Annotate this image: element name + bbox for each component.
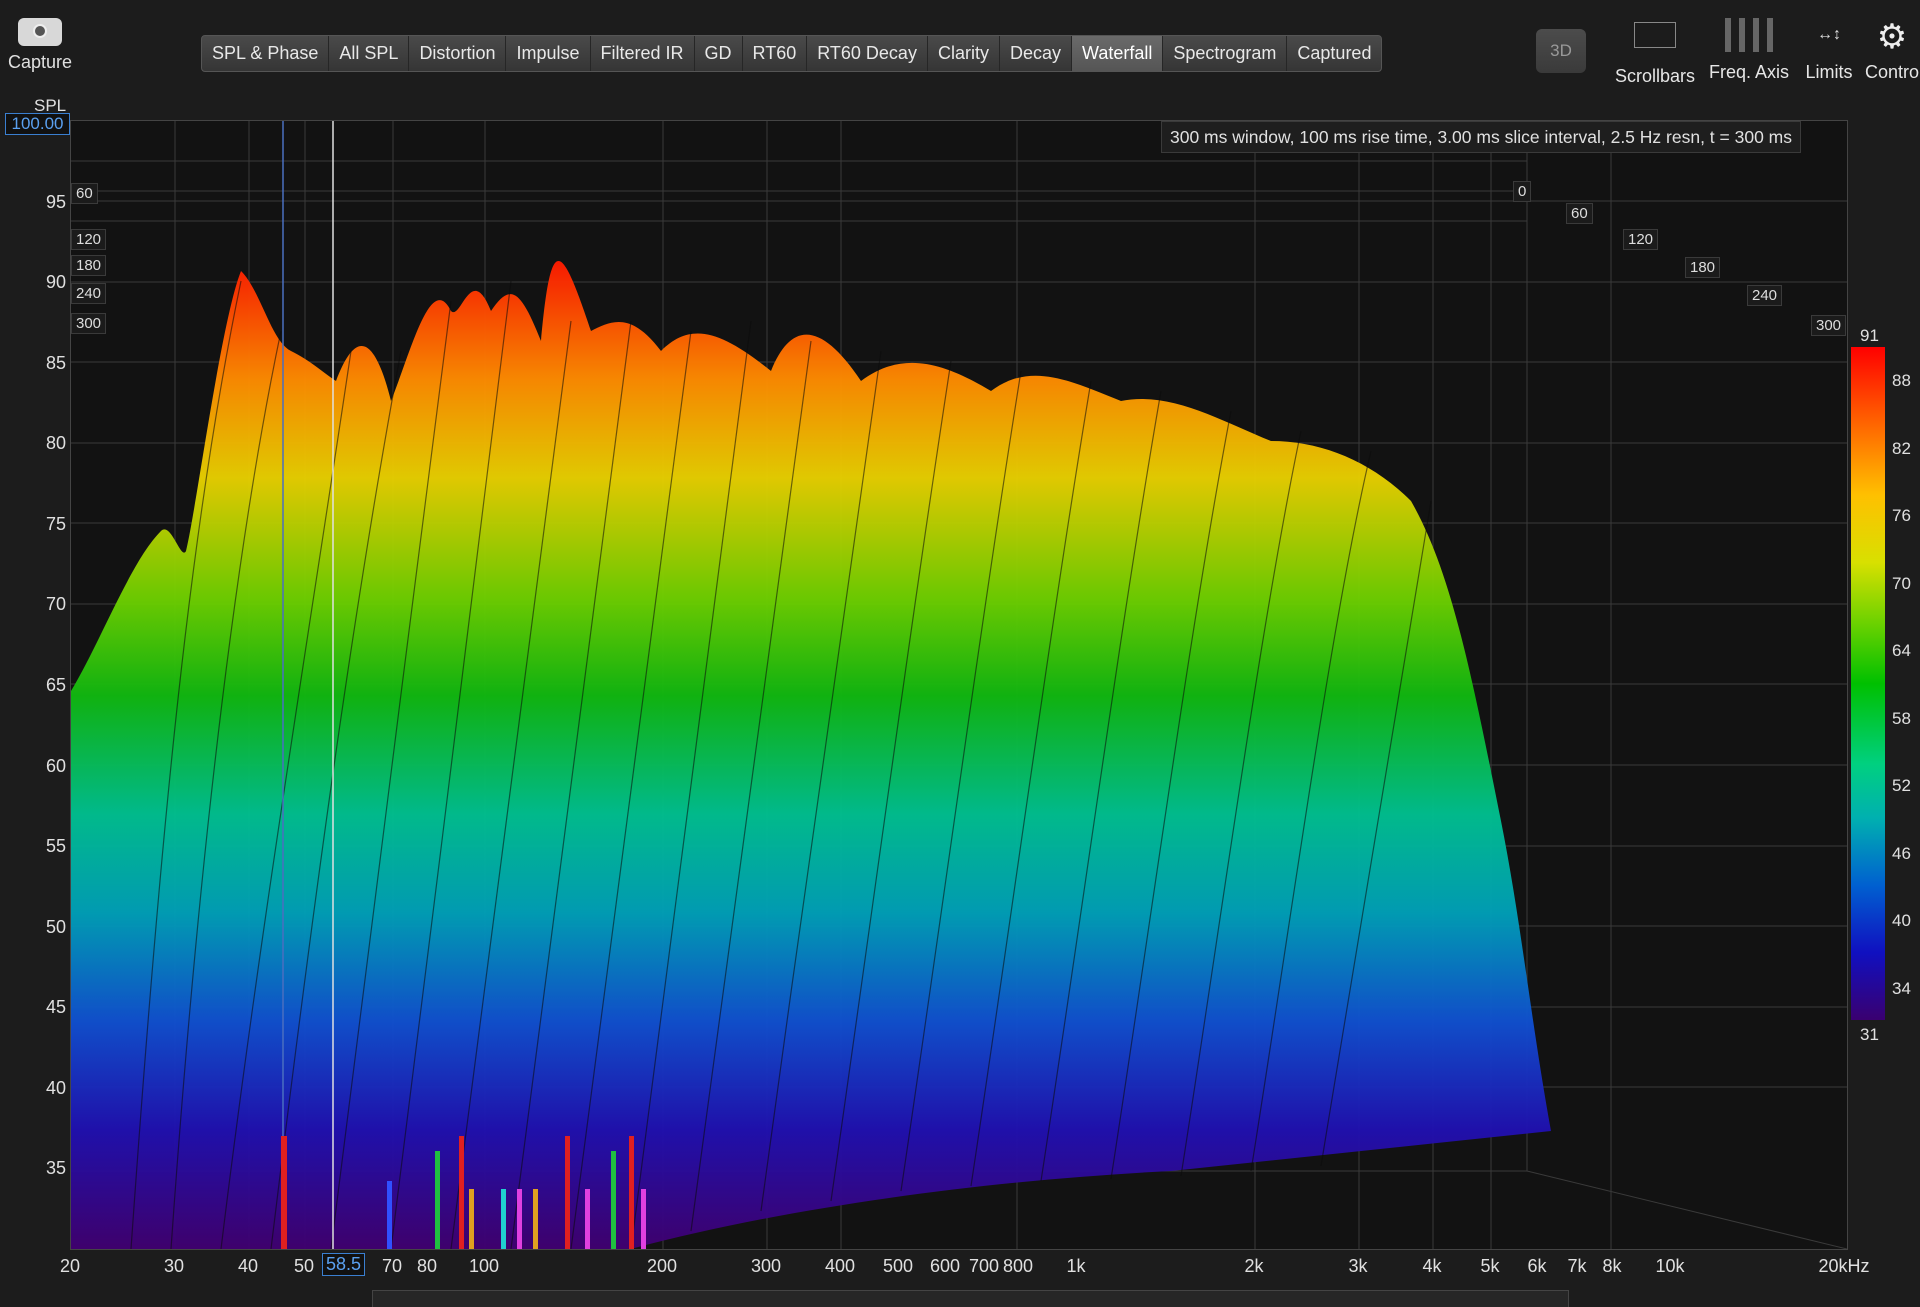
tab-rt60[interactable]: RT60 [743, 36, 808, 71]
tab-captured[interactable]: Captured [1287, 36, 1381, 71]
y-tick: 35 [45, 1158, 66, 1178]
gear-icon: ⚙ [1876, 18, 1908, 56]
x-tick: 10k [1655, 1256, 1685, 1276]
tab-rt60-decay[interactable]: RT60 Decay [807, 36, 928, 71]
tab-all-spl[interactable]: All SPL [329, 36, 410, 71]
y-tick: 65 [45, 675, 66, 695]
camera-icon [18, 18, 62, 46]
y-tick: 80 [45, 433, 66, 453]
scrollbars-label: Scrollbars [1614, 66, 1696, 86]
scrollbars-icon [1634, 22, 1676, 48]
y-max-input[interactable]: 100.00 [5, 113, 70, 135]
colorbar-tick: 82 [1892, 439, 1911, 458]
x-tick: 800 [1002, 1256, 1034, 1276]
x-tick: 8k [1602, 1256, 1622, 1276]
waterfall-surface [71, 121, 1848, 1250]
tab-decay[interactable]: Decay [1000, 36, 1072, 71]
tab-filtered-ir[interactable]: Filtered IR [591, 36, 695, 71]
tab-gd[interactable]: GD [695, 36, 743, 71]
waterfall-plot[interactable]: 300 ms window, 100 ms rise time, 3.00 ms… [70, 120, 1848, 1250]
time-label-right: 240 [1747, 285, 1783, 306]
y-tick: 95 [45, 192, 66, 212]
x-tick: 30 [163, 1256, 185, 1276]
y-tick: 85 [45, 353, 66, 373]
toggle-3d-button[interactable]: 3D [1536, 29, 1586, 73]
tab-impulse[interactable]: Impulse [506, 36, 591, 71]
time-label-right: 0 [1513, 181, 1532, 202]
y-tick: 60 [45, 756, 66, 776]
controls-button[interactable]: ⚙ Contro [1864, 18, 1920, 83]
y-tick: 70 [45, 594, 66, 614]
time-label-left: 300 [71, 313, 107, 334]
limits-button[interactable]: ↔↕ Limits [1800, 18, 1858, 83]
x-tick: 1k [1066, 1256, 1086, 1276]
x-tick: 300 [750, 1256, 782, 1276]
x-tick: 80 [416, 1256, 438, 1276]
waterfall-info: 300 ms window, 100 ms rise time, 3.00 ms… [1161, 121, 1801, 153]
y-tick: 50 [45, 917, 66, 937]
y-tick: 45 [45, 997, 66, 1017]
bottom-controls-panel [372, 1290, 1569, 1307]
colorbar-tick: 46 [1892, 844, 1911, 863]
y-tick: 40 [45, 1078, 66, 1098]
capture-label: Capture [8, 52, 73, 72]
color-scale-bar [1851, 347, 1885, 1020]
colorbar-tick: 76 [1892, 506, 1911, 525]
x-tick: 500 [882, 1256, 914, 1276]
x-tick: 100 [468, 1256, 500, 1276]
x-tick: 5k [1480, 1256, 1500, 1276]
colorbar-tick: 34 [1892, 979, 1911, 998]
colorbar-tick: 70 [1892, 574, 1911, 593]
limits-icon: ↔↕ [1817, 26, 1841, 43]
y-tick: 90 [45, 272, 66, 292]
time-label-right: 120 [1623, 229, 1659, 250]
x-tick: 6k [1527, 1256, 1547, 1276]
tab-spectrogram[interactable]: Spectrogram [1163, 36, 1288, 71]
scrollbars-button[interactable]: Scrollbars [1612, 18, 1698, 87]
limits-label: Limits [1805, 62, 1853, 82]
time-label-left: 240 [71, 283, 107, 304]
colorbar-tick: 64 [1892, 641, 1911, 660]
time-label-right: 300 [1811, 315, 1847, 336]
x-tick: 600 [929, 1256, 961, 1276]
y-tick: 55 [45, 836, 66, 856]
time-label-left: 60 [71, 183, 98, 204]
colorbar-tick: 88 [1892, 371, 1911, 390]
toolbar: Capture SPL & Phase All SPL Distortion I… [0, 0, 1920, 108]
freq-axis-icon [1725, 18, 1773, 52]
cursor-frequency-readout[interactable]: 58.5 [322, 1253, 366, 1276]
colorbar-tick: 91 [1860, 326, 1879, 345]
colorbar-tick: 31 [1860, 1025, 1879, 1044]
capture-button[interactable]: Capture [8, 18, 72, 73]
x-tick: 40 [237, 1256, 259, 1276]
x-tick: 50 [293, 1256, 315, 1276]
colorbar-tick: 52 [1892, 776, 1911, 795]
colorbar-tick: 58 [1892, 709, 1911, 728]
graph-tabs: SPL & Phase All SPL Distortion Impulse F… [201, 35, 1383, 72]
freq-axis-button[interactable]: Freq. Axis [1706, 18, 1792, 83]
freq-axis-label: Freq. Axis [1708, 62, 1790, 82]
time-label-left: 120 [71, 229, 107, 250]
x-tick: 3k [1348, 1256, 1368, 1276]
x-tick: 2k [1244, 1256, 1264, 1276]
tab-waterfall[interactable]: Waterfall [1072, 36, 1164, 71]
tab-distortion[interactable]: Distortion [409, 36, 507, 71]
controls-label: Contro [1864, 62, 1920, 82]
x-tick: 4k [1422, 1256, 1442, 1276]
tab-spl-phase[interactable]: SPL & Phase [202, 36, 330, 71]
colorbar-tick: 40 [1892, 911, 1911, 930]
x-tick: 400 [824, 1256, 856, 1276]
x-tick: 20kHz [1818, 1256, 1870, 1276]
x-tick: 7k [1567, 1256, 1587, 1276]
time-label-right: 180 [1685, 257, 1721, 278]
x-tick: 200 [646, 1256, 678, 1276]
x-tick: 20 [59, 1256, 81, 1276]
x-tick: 700 [968, 1256, 1000, 1276]
y-tick: 75 [45, 514, 66, 534]
tab-clarity[interactable]: Clarity [928, 36, 1000, 71]
time-label-left: 180 [71, 255, 107, 276]
time-label-right: 60 [1566, 203, 1593, 224]
x-tick: 70 [381, 1256, 403, 1276]
